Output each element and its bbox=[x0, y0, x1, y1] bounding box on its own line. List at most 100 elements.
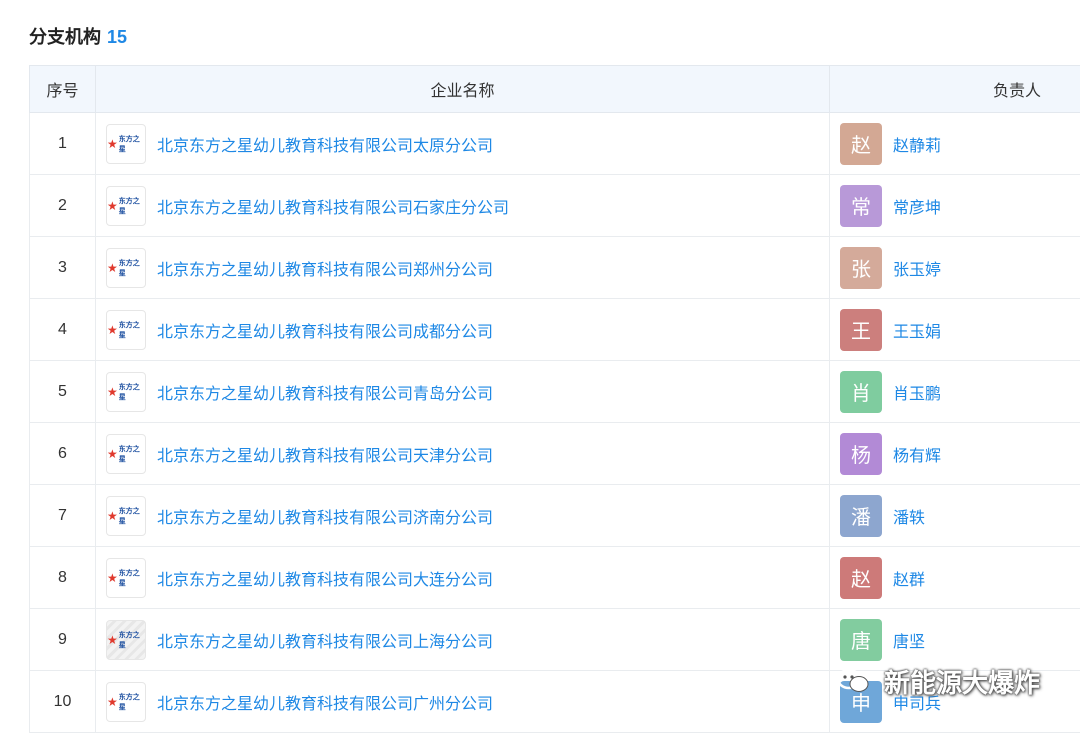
star-icon: ★ bbox=[107, 262, 118, 274]
avatar: 赵 bbox=[840, 123, 882, 165]
person-name-link[interactable]: 赵静莉 bbox=[893, 132, 941, 156]
avatar: 王 bbox=[840, 309, 882, 351]
person-name-link[interactable]: 杨有辉 bbox=[893, 442, 941, 466]
company-logo[interactable]: ★东方之星 bbox=[106, 248, 146, 288]
person-name-link[interactable]: 王玉娟 bbox=[893, 318, 941, 342]
section-header: 分支机构15 bbox=[29, 24, 127, 50]
company-cell: ★东方之星北京东方之星幼儿教育科技有限公司济南分公司 bbox=[96, 485, 830, 547]
logo-text: 东方之星 bbox=[119, 258, 145, 278]
logo-text: 东方之星 bbox=[119, 568, 145, 588]
avatar: 常 bbox=[840, 185, 882, 227]
avatar: 赵 bbox=[840, 557, 882, 599]
person-cell: 常常彦坤 bbox=[830, 175, 1080, 237]
company-name-link[interactable]: 北京东方之星幼儿教育科技有限公司广州分公司 bbox=[157, 690, 493, 714]
company-name-link[interactable]: 北京东方之星幼儿教育科技有限公司石家庄分公司 bbox=[157, 194, 509, 218]
company-logo[interactable]: ★东方之星 bbox=[106, 434, 146, 474]
person-cell: 潘潘轶 bbox=[830, 485, 1080, 547]
company-name-link[interactable]: 北京东方之星幼儿教育科技有限公司上海分公司 bbox=[157, 628, 493, 652]
star-icon: ★ bbox=[107, 138, 118, 150]
row-index: 3 bbox=[30, 237, 96, 299]
person-name-link[interactable]: 张玉婷 bbox=[893, 256, 941, 280]
avatar: 张 bbox=[840, 247, 882, 289]
company-cell: ★东方之星北京东方之星幼儿教育科技有限公司广州分公司 bbox=[96, 671, 830, 733]
logo-text: 东方之星 bbox=[119, 506, 145, 526]
company-logo[interactable]: ★东方之星 bbox=[106, 496, 146, 536]
star-icon: ★ bbox=[107, 634, 118, 646]
company-cell: ★东方之星北京东方之星幼儿教育科技有限公司太原分公司 bbox=[96, 113, 830, 175]
company-name-link[interactable]: 北京东方之星幼儿教育科技有限公司青岛分公司 bbox=[157, 380, 493, 404]
company-name-link[interactable]: 北京东方之星幼儿教育科技有限公司济南分公司 bbox=[157, 504, 493, 528]
company-name-link[interactable]: 北京东方之星幼儿教育科技有限公司太原分公司 bbox=[157, 132, 493, 156]
company-logo[interactable]: ★东方之星 bbox=[106, 310, 146, 350]
company-logo[interactable]: ★东方之星 bbox=[106, 186, 146, 226]
company-cell: ★东方之星北京东方之星幼儿教育科技有限公司成都分公司 bbox=[96, 299, 830, 361]
avatar: 杨 bbox=[840, 433, 882, 475]
person-cell: 杨杨有辉 bbox=[830, 423, 1080, 485]
star-icon: ★ bbox=[107, 200, 118, 212]
company-cell: ★东方之星北京东方之星幼儿教育科技有限公司石家庄分公司 bbox=[96, 175, 830, 237]
company-cell: ★东方之星北京东方之星幼儿教育科技有限公司天津分公司 bbox=[96, 423, 830, 485]
company-cell: ★东方之星北京东方之星幼儿教育科技有限公司上海分公司 bbox=[96, 609, 830, 671]
company-name-link[interactable]: 北京东方之星幼儿教育科技有限公司大连分公司 bbox=[157, 566, 493, 590]
star-icon: ★ bbox=[107, 448, 118, 460]
row-index: 7 bbox=[30, 485, 96, 547]
person-name-link[interactable]: 潘轶 bbox=[893, 504, 925, 528]
person-name-link[interactable]: 常彦坤 bbox=[893, 194, 941, 218]
table-row: 2★东方之星北京东方之星幼儿教育科技有限公司石家庄分公司常常彦坤 bbox=[30, 175, 1080, 237]
table-row: 8★东方之星北京东方之星幼儿教育科技有限公司大连分公司赵赵群 bbox=[30, 547, 1080, 609]
row-index: 2 bbox=[30, 175, 96, 237]
section-title: 分支机构 bbox=[29, 27, 101, 47]
avatar: 肖 bbox=[840, 371, 882, 413]
logo-text: 东方之星 bbox=[119, 320, 145, 340]
company-cell: ★东方之星北京东方之星幼儿教育科技有限公司青岛分公司 bbox=[96, 361, 830, 423]
watermark-text: 新能源大爆炸 bbox=[884, 663, 1040, 700]
person-name-link[interactable]: 赵群 bbox=[893, 566, 925, 590]
row-index: 6 bbox=[30, 423, 96, 485]
logo-text: 东方之星 bbox=[119, 382, 145, 402]
table-header-row: 序号 企业名称 负责人 bbox=[30, 66, 1080, 113]
row-index: 5 bbox=[30, 361, 96, 423]
row-index: 8 bbox=[30, 547, 96, 609]
table-row: 3★东方之星北京东方之星幼儿教育科技有限公司郑州分公司张张玉婷 bbox=[30, 237, 1080, 299]
branch-table: 序号 企业名称 负责人 1★东方之星北京东方之星幼儿教育科技有限公司太原分公司赵… bbox=[29, 65, 1080, 733]
person-name-link[interactable]: 肖玉鹏 bbox=[893, 380, 941, 404]
company-logo[interactable]: ★东方之星 bbox=[106, 682, 146, 722]
table-row: 4★东方之星北京东方之星幼儿教育科技有限公司成都分公司王王玉娟 bbox=[30, 299, 1080, 361]
logo-text: 东方之星 bbox=[119, 630, 145, 650]
avatar: 唐 bbox=[840, 619, 882, 661]
column-header-index: 序号 bbox=[30, 66, 96, 113]
company-logo[interactable]: ★东方之星 bbox=[106, 372, 146, 412]
row-index: 10 bbox=[30, 671, 96, 733]
person-cell: 王王玉娟 bbox=[830, 299, 1080, 361]
company-logo[interactable]: ★东方之星 bbox=[106, 558, 146, 598]
company-logo[interactable]: ★东方之星 bbox=[106, 124, 146, 164]
logo-text: 东方之星 bbox=[119, 134, 145, 154]
wechat-icon bbox=[836, 668, 870, 694]
star-icon: ★ bbox=[107, 386, 118, 398]
person-cell: 张张玉婷 bbox=[830, 237, 1080, 299]
star-icon: ★ bbox=[107, 510, 118, 522]
person-cell: 赵赵静莉 bbox=[830, 113, 1080, 175]
company-name-link[interactable]: 北京东方之星幼儿教育科技有限公司成都分公司 bbox=[157, 318, 493, 342]
table-row: 5★东方之星北京东方之星幼儿教育科技有限公司青岛分公司肖肖玉鹏 bbox=[30, 361, 1080, 423]
star-icon: ★ bbox=[107, 324, 118, 336]
row-index: 9 bbox=[30, 609, 96, 671]
table-row: 6★东方之星北京东方之星幼儿教育科技有限公司天津分公司杨杨有辉 bbox=[30, 423, 1080, 485]
column-header-company: 企业名称 bbox=[96, 66, 830, 113]
company-name-link[interactable]: 北京东方之星幼儿教育科技有限公司郑州分公司 bbox=[157, 256, 493, 280]
watermark: 新能源大爆炸 bbox=[836, 660, 1040, 702]
row-index: 4 bbox=[30, 299, 96, 361]
logo-text: 东方之星 bbox=[119, 196, 145, 216]
person-cell: 赵赵群 bbox=[830, 547, 1080, 609]
logo-text: 东方之星 bbox=[119, 692, 145, 712]
logo-text: 东方之星 bbox=[119, 444, 145, 464]
star-icon: ★ bbox=[107, 572, 118, 584]
company-cell: ★东方之星北京东方之星幼儿教育科技有限公司郑州分公司 bbox=[96, 237, 830, 299]
person-name-link[interactable]: 唐坚 bbox=[893, 628, 925, 652]
company-logo[interactable]: ★东方之星 bbox=[106, 620, 146, 660]
company-cell: ★东方之星北京东方之星幼儿教育科技有限公司大连分公司 bbox=[96, 547, 830, 609]
company-name-link[interactable]: 北京东方之星幼儿教育科技有限公司天津分公司 bbox=[157, 442, 493, 466]
column-header-person: 负责人 bbox=[830, 66, 1080, 113]
avatar: 潘 bbox=[840, 495, 882, 537]
person-cell: 肖肖玉鹏 bbox=[830, 361, 1080, 423]
